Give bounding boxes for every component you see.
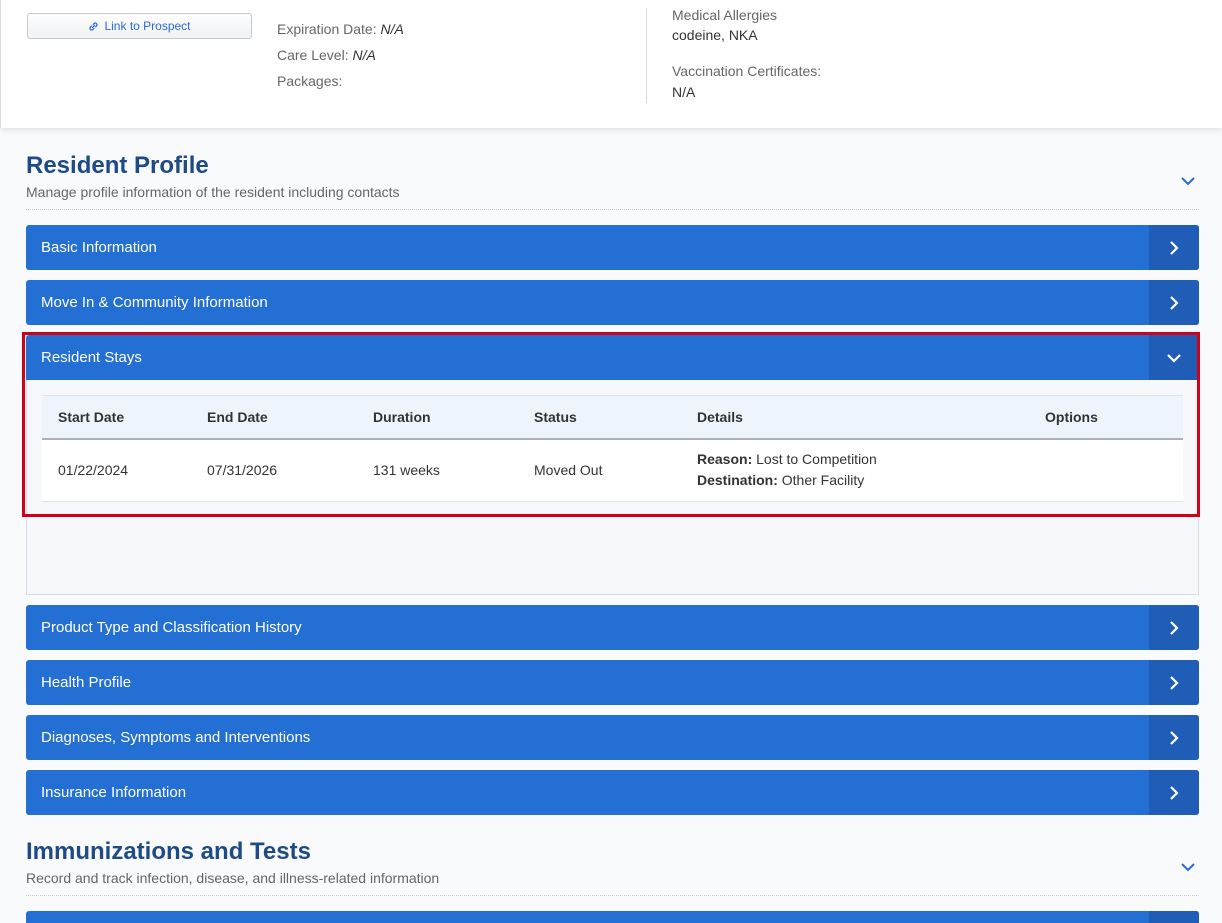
- expand-button[interactable]: [1149, 770, 1199, 815]
- status-cell: Moved Out: [534, 438, 697, 502]
- accordion-label: Diagnoses, Symptoms and Interventions: [41, 729, 311, 746]
- resident-profile-subtitle: Manage profile information of the reside…: [26, 184, 400, 200]
- accordion-product-type-classification[interactable]: Product Type and Classification History: [26, 605, 1199, 650]
- chevron-down-icon[interactable]: [1179, 858, 1197, 876]
- column-header-options: Options: [1045, 395, 1183, 440]
- destination-value: Other Facility: [781, 472, 865, 489]
- accordion-basic-information[interactable]: Basic Information: [26, 225, 1199, 270]
- column-header-start-date[interactable]: Start Date: [42, 395, 207, 440]
- chevron-right-icon: [1170, 620, 1179, 635]
- column-header-duration[interactable]: Duration: [373, 395, 534, 440]
- expand-button[interactable]: [1149, 660, 1199, 705]
- reason-value: Lost to Competition: [756, 451, 877, 468]
- care-level-value: N/A: [352, 47, 376, 63]
- accordion-resident-stays[interactable]: Resident Stays: [26, 335, 1199, 380]
- link-to-prospect-label: Link to Prospect: [104, 19, 191, 33]
- start-date-cell: 01/22/2024: [42, 438, 207, 502]
- vaccination-certificates-value: N/A: [672, 84, 696, 100]
- resident-profile-title: Resident Profile: [26, 152, 209, 179]
- duration-cell: 131 weeks: [373, 438, 534, 502]
- accordion-diagnoses-symptoms[interactable]: Diagnoses, Symptoms and Interventions: [26, 715, 1199, 760]
- accordion-label: Insurance Information: [41, 784, 187, 801]
- expiration-date-label: Expiration Date:: [277, 21, 377, 37]
- column-divider: [646, 8, 647, 103]
- resident-summary-card: Link to Prospect Expiration Date: N/A Ca…: [0, 0, 1222, 128]
- accordion-label: Move In & Community Information: [41, 294, 268, 311]
- chevron-down-icon[interactable]: [1179, 172, 1197, 190]
- expand-button[interactable]: [1149, 280, 1199, 325]
- resident-profile-header: Resident Profile Manage profile informat…: [26, 152, 1199, 210]
- table-row[interactable]: 01/22/2024 07/31/2026 131 weeks Moved Ou…: [42, 438, 1183, 502]
- expand-button[interactable]: [1149, 605, 1199, 650]
- immunizations-title: Immunizations and Tests: [26, 838, 311, 865]
- link-to-prospect-button[interactable]: Link to Prospect: [27, 13, 252, 39]
- accordion-partial[interactable]: [26, 911, 1199, 923]
- options-cell[interactable]: [1045, 438, 1183, 502]
- chevron-down-icon: [1167, 353, 1181, 363]
- link-icon: [89, 21, 99, 31]
- expand-button[interactable]: [1149, 715, 1199, 760]
- chevron-right-icon: [1170, 675, 1179, 690]
- stay-info-column: Expiration Date: N/A Care Level: N/A Pac…: [277, 20, 404, 98]
- accordion-label: Resident Stays: [41, 349, 142, 366]
- expiration-date-value: N/A: [380, 21, 404, 37]
- accordion-label: Product Type and Classification History: [41, 619, 302, 636]
- column-header-status[interactable]: Status: [534, 395, 697, 440]
- column-header-end-date[interactable]: End Date: [207, 395, 373, 440]
- chevron-right-icon: [1170, 295, 1179, 310]
- accordion-label: Health Profile: [41, 674, 132, 691]
- vaccination-certificates-label: Vaccination Certificates:: [672, 63, 822, 79]
- accordion-move-in-community[interactable]: Move In & Community Information: [26, 280, 1199, 325]
- accordion-health-profile[interactable]: Health Profile: [26, 660, 1199, 705]
- details-cell: Reason: Lost to Competition Destination:…: [697, 438, 1045, 502]
- immunizations-subtitle: Record and track infection, disease, and…: [26, 870, 440, 886]
- expand-button[interactable]: [1149, 225, 1199, 270]
- destination-label: Destination:: [697, 472, 778, 489]
- accordion-label: Basic Information: [41, 239, 157, 256]
- accordion-insurance-information[interactable]: Insurance Information: [26, 770, 1199, 815]
- table-header-row: Start Date End Date Duration Status Deta…: [42, 395, 1183, 440]
- resident-stays-table: Start Date End Date Duration Status Deta…: [42, 395, 1183, 502]
- collapse-button[interactable]: [1149, 335, 1199, 380]
- immunizations-header: Immunizations and Tests Record and track…: [26, 838, 1199, 896]
- reason-label: Reason:: [697, 451, 753, 468]
- column-header-details[interactable]: Details: [697, 395, 1045, 440]
- expand-button[interactable]: [1149, 911, 1199, 923]
- chevron-right-icon: [1170, 730, 1179, 745]
- end-date-cell: 07/31/2026: [207, 438, 373, 502]
- care-level-label: Care Level:: [277, 47, 349, 63]
- medical-allergies-label: Medical Allergies: [672, 7, 778, 23]
- medical-allergies-value: codeine, NKA: [672, 27, 758, 43]
- packages-label: Packages:: [277, 73, 343, 89]
- chevron-right-icon: [1170, 785, 1179, 800]
- chevron-right-icon: [1170, 240, 1179, 255]
